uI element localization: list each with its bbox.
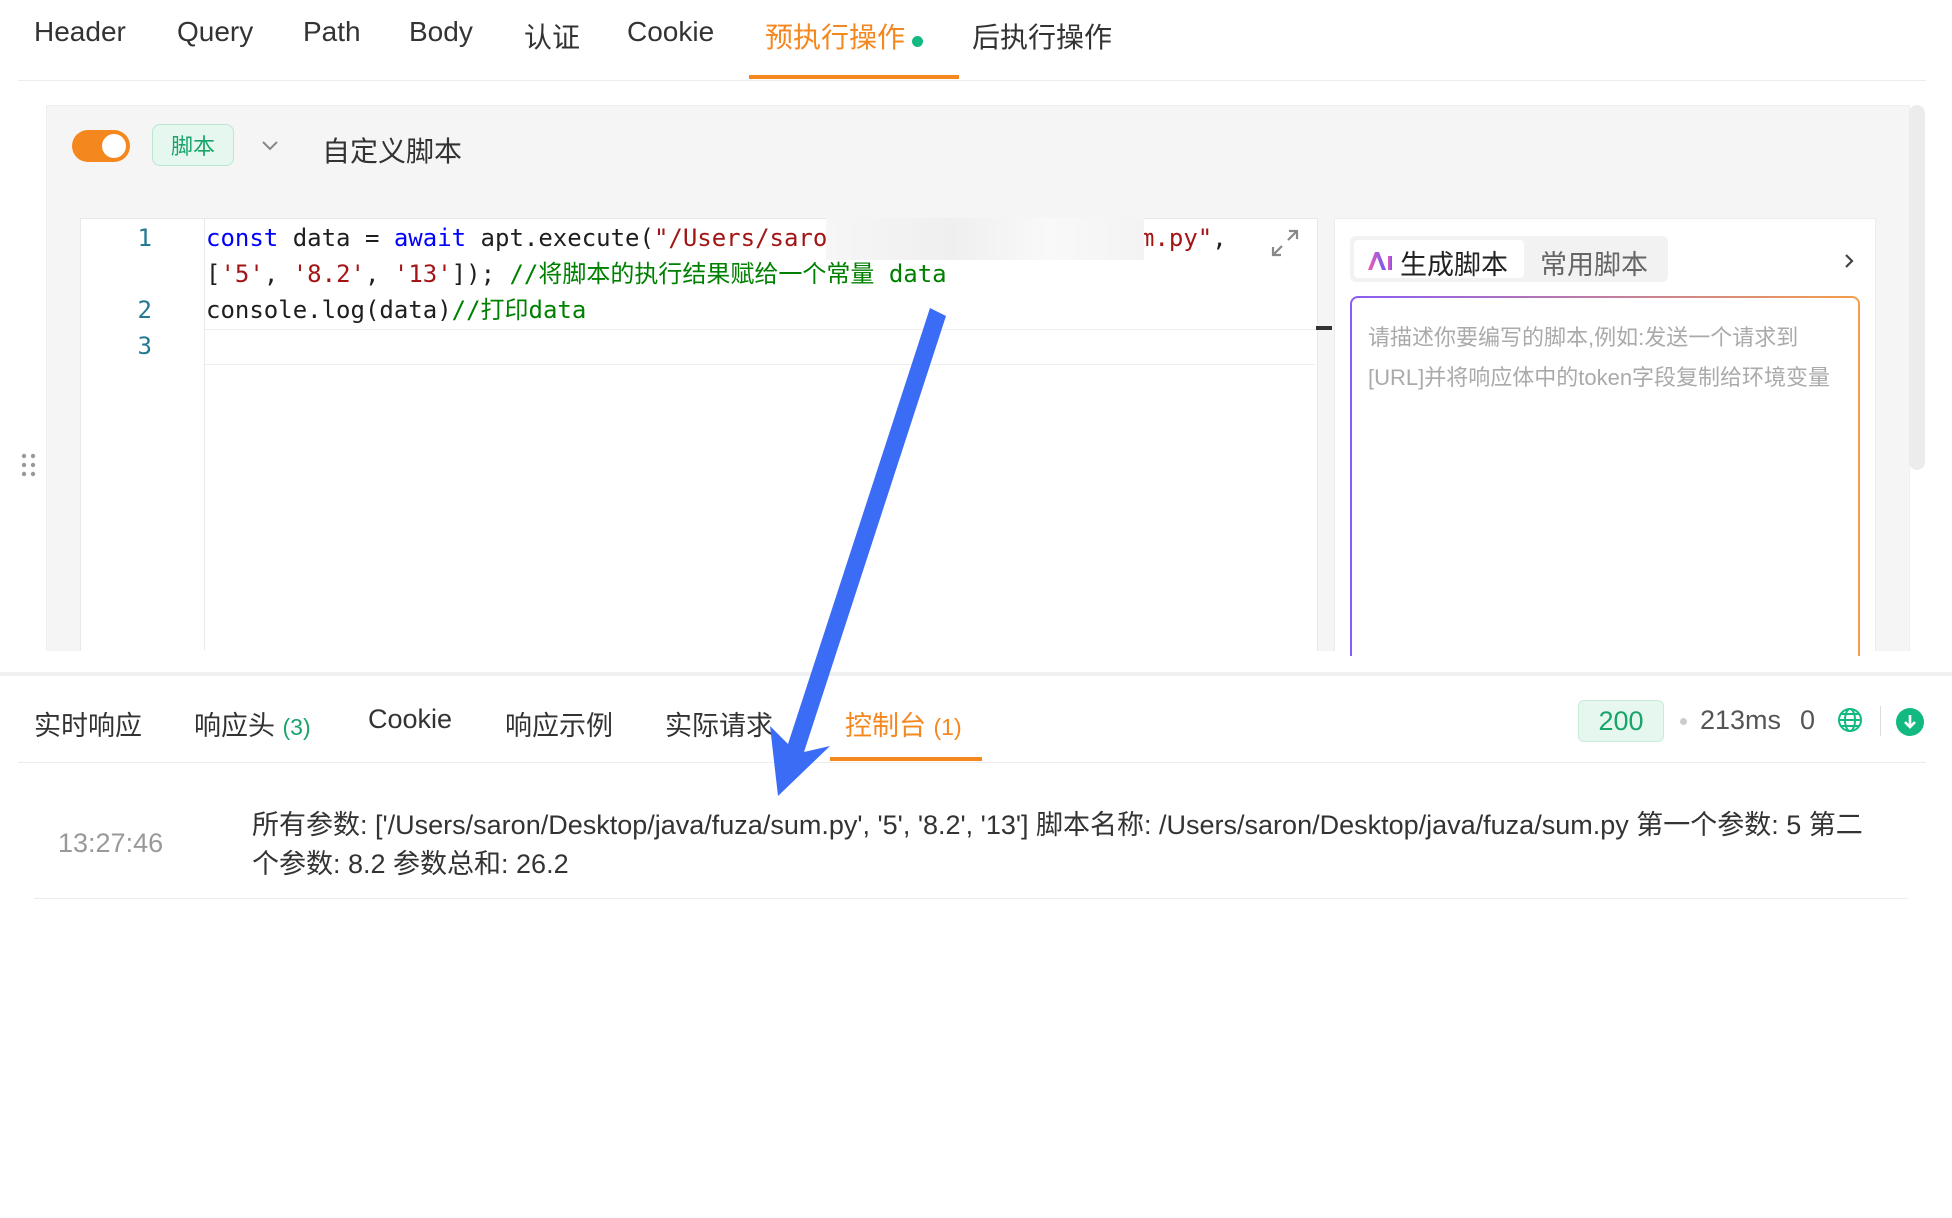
drag-handle-icon[interactable] <box>20 452 38 478</box>
active-tab-underline <box>749 75 959 79</box>
count-badge: (1) <box>933 714 962 740</box>
tab-body[interactable]: Body <box>409 16 473 48</box>
code-comment: //将脚本的执行结果赋给一个常量 data <box>509 260 947 288</box>
code-line-1-wrap[interactable]: ['5', '8.2', '13']); //将脚本的执行结果赋给一个常量 da… <box>206 256 947 292</box>
tab-pre-request[interactable]: 预执行操作 <box>765 16 905 56</box>
log-message: 所有参数: ['/Users/saron/Desktop/java/fuza/s… <box>252 810 1863 879</box>
line-number: 2 <box>137 296 152 324</box>
code-token: , <box>364 260 394 288</box>
current-line-highlight <box>205 329 1315 365</box>
tab-generate-script[interactable]: 生成脚本 <box>1400 243 1508 282</box>
divider <box>1880 706 1881 736</box>
tab-label: 控制台 <box>845 711 926 741</box>
code-token: '8.2' <box>292 260 365 288</box>
tab-label: 响应头 <box>194 711 275 741</box>
line-number: 1 <box>137 224 152 252</box>
chevron-down-icon[interactable] <box>258 136 282 156</box>
code-token: apt.execute( <box>466 224 654 252</box>
code-token: '5' <box>220 260 264 288</box>
download-icon[interactable] <box>1896 708 1924 736</box>
count-badge: (3) <box>282 714 311 740</box>
separator-dot <box>1680 718 1687 725</box>
code-comment: //打印data <box>451 296 587 324</box>
request-tabs-bar: Header Query Path Body 认证 Cookie 预执行操作 后… <box>18 0 1926 81</box>
tab-auth[interactable]: 认证 <box>524 16 580 56</box>
globe-icon[interactable] <box>1836 706 1864 734</box>
tab-realtime-response[interactable]: 实时响应 <box>34 704 142 743</box>
status-code-badge: 200 <box>1578 700 1664 742</box>
tab-response-cookie[interactable]: Cookie <box>368 704 452 735</box>
code-token: const <box>206 224 279 252</box>
script-enable-toggle[interactable] <box>72 130 130 162</box>
code-token: [ <box>206 260 221 288</box>
tab-path[interactable]: Path <box>303 16 361 48</box>
tab-query[interactable]: Query <box>177 16 253 48</box>
modified-indicator-dot <box>912 36 923 47</box>
redacted-region <box>826 218 1144 260</box>
toggle-knob <box>102 134 126 158</box>
tab-actual-request[interactable]: 实际请求 <box>665 704 773 743</box>
line-number-gutter <box>80 218 205 650</box>
chevron-right-icon[interactable] <box>1838 250 1860 272</box>
tab-header[interactable]: Header <box>34 16 126 48</box>
code-line-1[interactable]: const data = await apt.execute("/Users/s… <box>206 220 827 256</box>
response-time: 213ms <box>1700 705 1782 735</box>
tab-response-example[interactable]: 响应示例 <box>505 704 613 743</box>
response-size: 0 <box>1800 705 1816 735</box>
line-number: 3 <box>137 332 152 360</box>
code-line-2[interactable]: console.log(data)//打印data <box>206 292 586 328</box>
expand-icon[interactable] <box>1268 226 1302 260</box>
ai-prompt-placeholder: 请描述你要编写的脚本,例如:发送一个请求到[URL]并将响应体中的token字段… <box>1368 325 1831 390</box>
tab-cookie[interactable]: Cookie <box>627 16 714 48</box>
code-token: data = <box>278 224 394 252</box>
code-token: m.py" <box>1140 224 1213 252</box>
code-token: console.log(data) <box>206 296 452 324</box>
code-line-1-tail[interactable]: m.py", <box>1140 220 1227 256</box>
tab-post-request[interactable]: 后执行操作 <box>972 16 1112 56</box>
minimap-marker <box>1316 326 1332 330</box>
tab-response-headers[interactable]: 响应头 (3) <box>194 704 311 743</box>
tab-common-scripts[interactable]: 常用脚本 <box>1540 243 1648 282</box>
log-divider <box>34 898 1908 899</box>
code-token: await <box>393 224 467 252</box>
code-token: , <box>263 260 293 288</box>
script-type-tag[interactable]: 脚本 <box>152 124 234 166</box>
code-token: "/Users/saro <box>653 224 828 252</box>
active-tab-underline <box>830 757 982 761</box>
code-token: , <box>1212 224 1227 252</box>
script-title: 自定义脚本 <box>322 136 463 167</box>
code-token: ]); <box>451 260 510 288</box>
panel-scrollbar[interactable] <box>1909 105 1925 470</box>
log-timestamp: 13:27:46 <box>58 828 164 858</box>
tab-console[interactable]: 控制台 (1) <box>845 704 962 743</box>
code-token: '13' <box>393 260 452 288</box>
ai-logo-icon <box>1368 252 1392 270</box>
